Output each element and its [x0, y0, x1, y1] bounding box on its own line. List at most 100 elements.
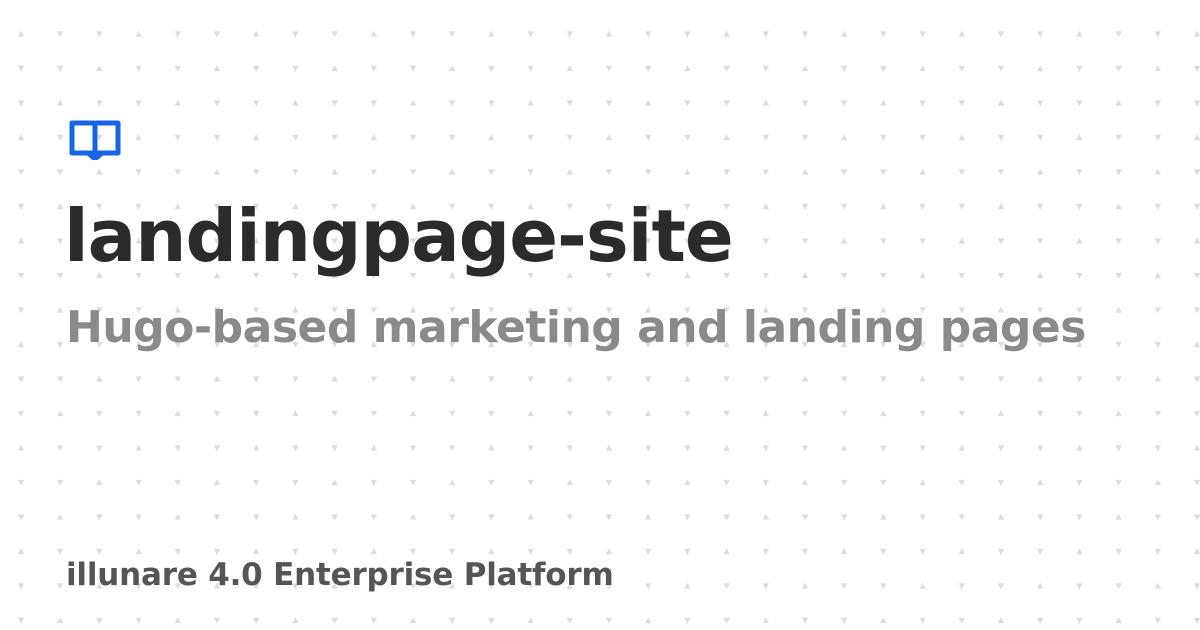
pattern-triangle	[605, 410, 613, 417]
pattern-triangle	[253, 444, 260, 451]
pattern-triangle	[762, 134, 769, 141]
pattern-triangle	[135, 410, 142, 417]
pattern-triangle	[1154, 548, 1161, 555]
pattern-triangle	[174, 31, 181, 38]
page-title: landingpage-site	[64, 194, 734, 278]
pattern-triangle	[1154, 617, 1161, 624]
pattern-triangle	[645, 376, 652, 383]
pattern-triangle	[762, 272, 769, 279]
pattern-triangle	[997, 617, 1005, 624]
pattern-triangle	[723, 134, 730, 141]
pattern-triangle	[409, 617, 417, 624]
pattern-triangle	[1193, 30, 1200, 37]
pattern-triangle	[880, 134, 887, 141]
pattern-triangle	[958, 169, 965, 176]
pattern-triangle	[566, 168, 573, 175]
pattern-triangle	[370, 30, 377, 37]
pattern-triangle	[605, 479, 613, 486]
pattern-triangle	[997, 134, 1005, 141]
pattern-triangle	[1037, 31, 1044, 38]
pattern-triangle	[213, 168, 221, 175]
pattern-triangle	[1193, 134, 1200, 141]
pattern-triangle	[880, 169, 887, 176]
pattern-triangle	[1076, 65, 1083, 72]
pattern-triangle	[1076, 548, 1083, 555]
pattern-triangle	[645, 513, 652, 520]
pattern-triangle	[723, 410, 730, 417]
pattern-triangle	[135, 514, 142, 521]
pattern-triangle	[997, 272, 1005, 279]
pattern-triangle	[566, 31, 573, 38]
pattern-triangle	[488, 617, 495, 624]
pattern-triangle	[723, 583, 730, 590]
pattern-triangle	[1115, 513, 1122, 520]
pattern-triangle	[331, 479, 338, 486]
pattern-triangle	[645, 548, 652, 555]
pattern-triangle	[449, 168, 456, 175]
pattern-triangle	[370, 479, 377, 486]
pattern-triangle	[1076, 479, 1083, 486]
pattern-triangle	[919, 31, 926, 38]
pattern-triangle	[96, 514, 103, 521]
pattern-triangle	[135, 134, 142, 141]
pattern-triangle	[1193, 376, 1200, 383]
pattern-triangle	[1115, 445, 1122, 452]
pattern-triangle	[684, 410, 691, 417]
pattern-triangle	[1115, 548, 1122, 555]
pattern-triangle	[880, 31, 887, 38]
pattern-triangle	[331, 410, 338, 417]
pattern-triangle	[566, 375, 573, 382]
pattern-triangle	[1037, 65, 1044, 72]
pattern-triangle	[409, 376, 417, 383]
pattern-triangle	[1115, 617, 1122, 624]
pattern-triangle	[997, 513, 1005, 520]
pattern-triangle	[527, 410, 534, 417]
pattern-triangle	[370, 514, 377, 521]
pattern-triangle	[292, 169, 299, 176]
pattern-triangle	[1076, 203, 1083, 210]
pattern-triangle	[841, 548, 848, 555]
pattern-triangle	[253, 100, 260, 107]
pattern-triangle	[762, 31, 769, 38]
pattern-triangle	[449, 100, 456, 107]
pattern-triangle	[331, 31, 338, 38]
platform-name: illunare 4.0 Enterprise Platform	[66, 557, 614, 593]
pattern-triangle	[17, 272, 25, 279]
pattern-triangle	[958, 617, 965, 624]
pattern-triangle	[1193, 583, 1200, 590]
pattern-triangle	[605, 65, 613, 72]
pattern-triangle	[1037, 203, 1044, 210]
pattern-triangle	[645, 410, 652, 417]
pattern-triangle	[57, 169, 64, 176]
pattern-triangle	[801, 548, 809, 555]
pattern-triangle	[135, 169, 142, 176]
pattern-triangle	[801, 31, 809, 38]
pattern-triangle	[1076, 237, 1083, 244]
pattern-triangle	[527, 479, 534, 486]
pattern-triangle	[566, 410, 573, 417]
pattern-triangle	[449, 445, 456, 452]
pattern-triangle	[919, 479, 926, 486]
pattern-triangle	[174, 134, 181, 141]
pattern-triangle	[997, 99, 1005, 106]
pattern-triangle	[605, 617, 613, 624]
pattern-triangle	[1076, 272, 1083, 279]
pattern-triangle	[1154, 168, 1161, 175]
pattern-triangle	[292, 479, 299, 486]
pattern-triangle	[801, 582, 809, 589]
pattern-triangle	[880, 410, 887, 417]
pattern-triangle	[880, 238, 887, 245]
pattern-triangle	[997, 376, 1005, 383]
pattern-triangle	[57, 445, 64, 452]
pattern-triangle	[841, 65, 848, 72]
pattern-triangle	[174, 410, 181, 417]
pattern-triangle	[292, 513, 299, 520]
pattern-triangle	[841, 237, 848, 244]
pattern-triangle	[1193, 65, 1200, 72]
pattern-triangle	[449, 134, 456, 141]
pattern-triangle	[1154, 272, 1161, 279]
pattern-triangle	[1154, 445, 1161, 452]
pattern-triangle	[449, 375, 456, 382]
pattern-triangle	[1037, 617, 1044, 624]
pattern-triangle	[449, 410, 456, 417]
